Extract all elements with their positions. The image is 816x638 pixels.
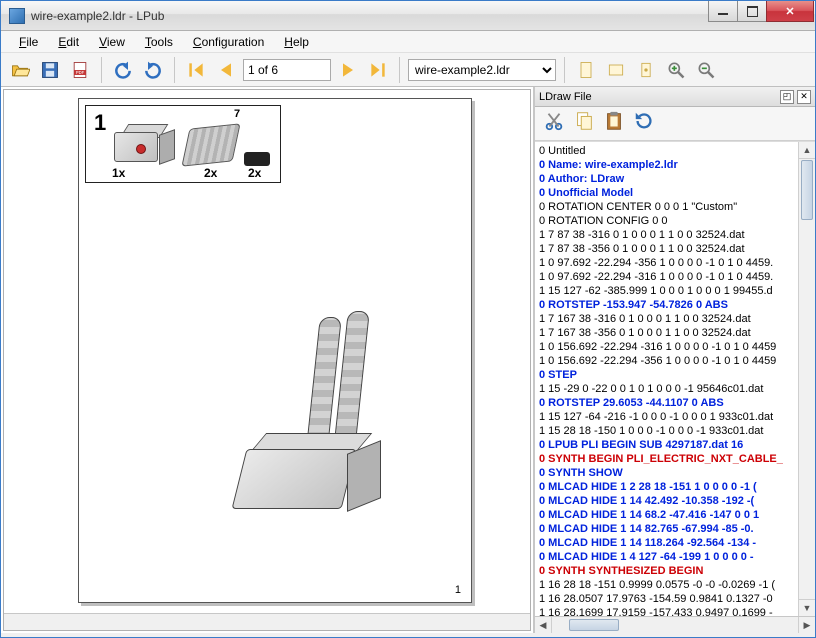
ldraw-line[interactable]: 1 16 28.1699 17.9159 -157.433 0.9497 0.1…	[539, 606, 811, 616]
menu-view[interactable]: View	[89, 33, 135, 51]
model-select[interactable]: wire-example2.ldr	[408, 59, 556, 81]
actual-size-button[interactable]	[633, 57, 659, 83]
refresh-button[interactable]	[633, 110, 655, 137]
ldraw-line[interactable]: 0 MLCAD HIDE 1 4 127 -64 -199 1 0 0 0 0 …	[539, 550, 811, 564]
minimize-button[interactable]	[708, 1, 738, 22]
ldraw-line[interactable]: 1 7 87 38 -356 0 1 0 0 0 1 1 0 0 32524.d…	[539, 242, 811, 256]
ldraw-line[interactable]: 1 7 167 38 -316 0 1 0 0 0 1 1 0 0 32524.…	[539, 312, 811, 326]
prev-page-button[interactable]	[213, 57, 239, 83]
dock-toolbar	[535, 107, 815, 141]
ldraw-file-panel: LDraw File ◰ ✕ 0 Untitled0 Name: wire-ex…	[534, 87, 815, 633]
ldraw-line[interactable]: 1 7 167 38 -356 0 1 0 0 0 1 1 0 0 32524.…	[539, 326, 811, 340]
pli-qty-b: 2x	[204, 166, 217, 180]
export-pdf-button[interactable]: PDF	[67, 57, 93, 83]
ldraw-line[interactable]: 1 16 28 18 -151 0.9999 0.0575 -0 -0 -0.0…	[539, 578, 811, 592]
fit-width-button[interactable]	[603, 57, 629, 83]
statusbar	[1, 633, 815, 637]
close-button[interactable]	[766, 1, 814, 22]
pli-part-motor	[104, 122, 170, 170]
open-button[interactable]	[7, 57, 33, 83]
first-page-button[interactable]	[183, 57, 209, 83]
ldraw-line[interactable]: 0 Unofficial Model	[539, 186, 811, 200]
app-icon	[9, 8, 25, 24]
fit-page-button[interactable]	[573, 57, 599, 83]
ldraw-line[interactable]: 1 15 127 -62 -385.999 1 0 0 0 1 0 0 0 1 …	[539, 284, 811, 298]
step-assembly	[209, 299, 429, 539]
ldraw-line[interactable]: 1 0 156.692 -22.294 -316 1 0 0 0 0 -1 0 …	[539, 340, 811, 354]
menu-configuration[interactable]: Configuration	[183, 33, 274, 51]
undo-button[interactable]	[110, 57, 136, 83]
ldraw-line[interactable]: 0 LPUB PLI BEGIN SUB 4297187.dat 16	[539, 438, 811, 452]
redo-button[interactable]	[140, 57, 166, 83]
last-page-button[interactable]	[365, 57, 391, 83]
save-button[interactable]	[37, 57, 63, 83]
dock-title-label: LDraw File	[539, 91, 592, 103]
ldraw-line[interactable]: 0 SYNTH SHOW	[539, 466, 811, 480]
ldraw-line[interactable]: 1 15 28 18 -150 1 0 0 0 -1 0 0 0 -1 933c…	[539, 424, 811, 438]
menu-tools[interactable]: Tools	[135, 33, 183, 51]
ldraw-line[interactable]: 0 STEP	[539, 368, 811, 382]
ldraw-line[interactable]: 0 MLCAD HIDE 1 14 118.264 -92.564 -134 -	[539, 536, 811, 550]
dock-close-button[interactable]: ✕	[797, 90, 811, 104]
page-view[interactable]: 1 7 1x 2x 2x	[1, 87, 534, 633]
menu-file[interactable]: File	[9, 33, 48, 51]
dock-v-scrollbar[interactable]: ▲▼	[798, 142, 815, 616]
ldraw-line[interactable]: 0 MLCAD HIDE 1 14 82.765 -67.994 -85 -0.	[539, 522, 811, 536]
toolbar: PDF wire-example2.ldr	[1, 53, 815, 87]
page-h-scrollbar[interactable]	[4, 613, 530, 630]
dock-h-scrollbar[interactable]: ◀▶	[535, 616, 815, 633]
ldraw-line[interactable]: 0 SYNTH SYNTHESIZED BEGIN	[539, 564, 811, 578]
titlebar: wire-example2.ldr - LPub	[1, 1, 815, 31]
ldraw-line[interactable]: 0 ROTSTEP 29.6053 -44.1107 0 ABS	[539, 396, 811, 410]
ldraw-line[interactable]: 1 0 156.692 -22.294 -356 1 0 0 0 0 -1 0 …	[539, 354, 811, 368]
dock-float-button[interactable]: ◰	[780, 90, 794, 104]
ldraw-line[interactable]: 1 0 97.692 -22.294 -316 1 0 0 0 0 -1 0 1…	[539, 270, 811, 284]
ldraw-line[interactable]: 0 SYNTH BEGIN PLI_ELECTRIC_NXT_CABLE_	[539, 452, 811, 466]
pli-qty-a: 1x	[112, 166, 125, 180]
menubar: File Edit View Tools Configuration Help	[1, 31, 815, 53]
menu-edit[interactable]: Edit	[48, 33, 89, 51]
pli-qty-c: 2x	[248, 166, 261, 180]
window-title: wire-example2.ldr - LPub	[31, 9, 709, 23]
next-page-button[interactable]	[335, 57, 361, 83]
pli-part-pin	[244, 152, 270, 166]
copy-button[interactable]	[573, 110, 595, 137]
paste-button[interactable]	[603, 110, 625, 137]
page-input[interactable]	[243, 59, 331, 81]
ldraw-line[interactable]: 0 Untitled	[539, 144, 811, 158]
ldraw-line[interactable]: 0 MLCAD HIDE 1 14 42.492 -10.358 -192 -(	[539, 494, 811, 508]
pli-length-label: 7	[234, 108, 240, 120]
ldraw-line[interactable]: 0 ROTSTEP -153.947 -54.7826 0 ABS	[539, 298, 811, 312]
svg-text:PDF: PDF	[76, 70, 85, 75]
ldraw-line[interactable]: 0 MLCAD HIDE 1 14 68.2 -47.416 -147 0 0 …	[539, 508, 811, 522]
menu-help[interactable]: Help	[274, 33, 319, 51]
zoom-in-button[interactable]	[663, 57, 689, 83]
ldraw-line[interactable]: 0 MLCAD HIDE 1 2 28 18 -151 1 0 0 0 0 -1…	[539, 480, 811, 494]
ldraw-source[interactable]: 0 Untitled0 Name: wire-example2.ldr0 Aut…	[535, 141, 815, 616]
ldraw-line[interactable]: 1 7 87 38 -316 0 1 0 0 0 1 1 0 0 32524.d…	[539, 228, 811, 242]
ldraw-line[interactable]: 1 15 -29 0 -22 0 0 1 0 1 0 0 0 -1 95646c…	[539, 382, 811, 396]
page-number: 1	[455, 584, 461, 596]
ldraw-line[interactable]: 0 Name: wire-example2.ldr	[539, 158, 811, 172]
ldraw-line[interactable]: 0 ROTATION CONFIG 0 0	[539, 214, 811, 228]
ldraw-line[interactable]: 1 15 127 -64 -216 -1 0 0 0 -1 0 0 0 1 93…	[539, 410, 811, 424]
instruction-page: 1 7 1x 2x 2x	[78, 98, 472, 603]
cut-button[interactable]	[543, 110, 565, 137]
ldraw-line[interactable]: 1 16 28.0507 17.9763 -154.59 0.9841 0.13…	[539, 592, 811, 606]
ldraw-line[interactable]: 1 0 97.692 -22.294 -356 1 0 0 0 0 -1 0 1…	[539, 256, 811, 270]
maximize-button[interactable]	[737, 1, 767, 22]
pli-part-beam	[181, 123, 240, 166]
zoom-out-button[interactable]	[693, 57, 719, 83]
ldraw-line[interactable]: 0 Author: LDraw	[539, 172, 811, 186]
ldraw-line[interactable]: 0 ROTATION CENTER 0 0 0 1 "Custom"	[539, 200, 811, 214]
parts-list-inventory: 1 7 1x 2x 2x	[85, 105, 281, 183]
